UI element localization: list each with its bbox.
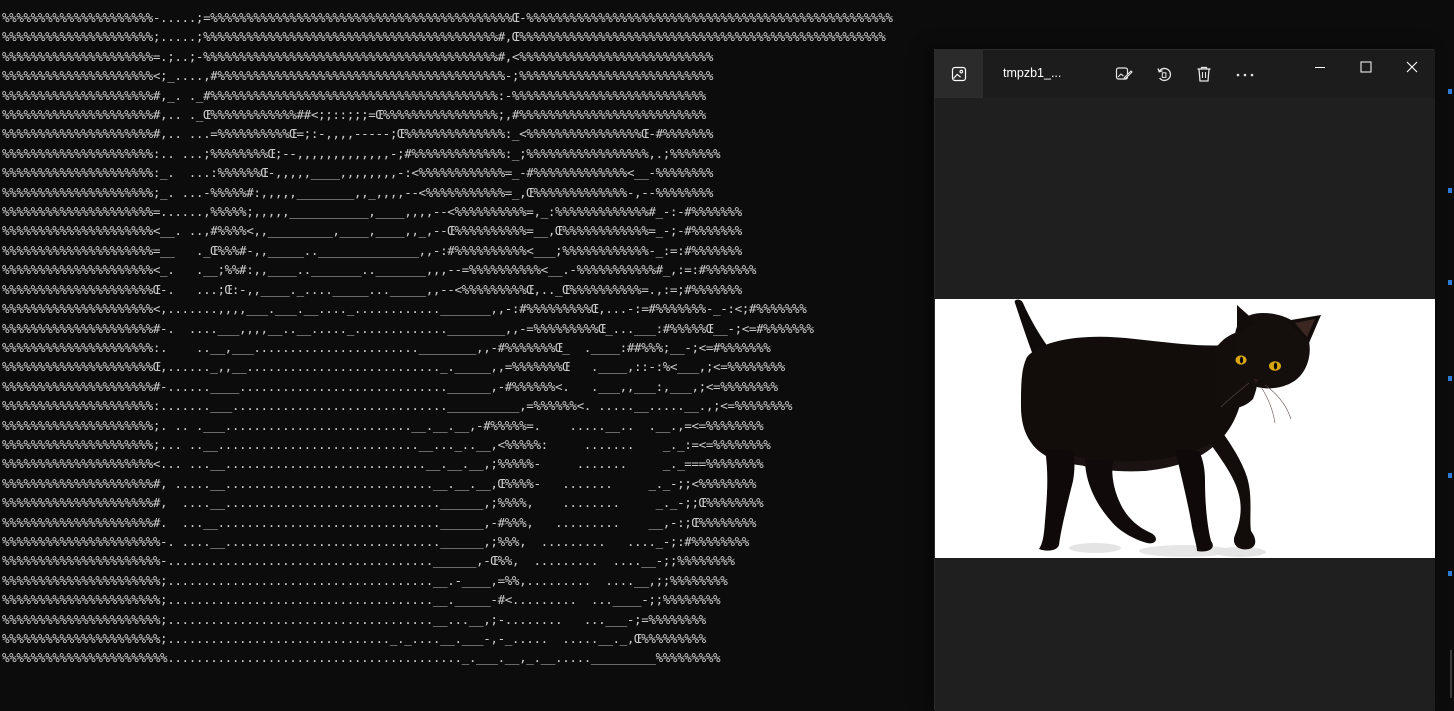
- cat-image: [935, 299, 1435, 558]
- ascii-art-output: %%%%%%%%%%%%%%%%%%%%%-.....;=%%%%%%%%%%%…: [2, 10, 893, 666]
- image-canvas[interactable]: [935, 98, 1435, 711]
- trash-icon: [1197, 66, 1211, 82]
- minimize-icon: [1315, 67, 1325, 68]
- rotate-icon: [1157, 67, 1172, 82]
- title-bar[interactable]: tmpzb1_...: [935, 50, 1435, 98]
- photos-viewer-window: tmpzb1_...: [934, 49, 1435, 711]
- edit-image-button[interactable]: [1110, 60, 1138, 88]
- delete-button[interactable]: [1190, 60, 1218, 88]
- more-icon: [1236, 73, 1254, 77]
- more-button[interactable]: [1231, 60, 1259, 88]
- edit-image-icon: [1115, 67, 1133, 80]
- cat-photo: [935, 299, 1435, 558]
- image-icon: [935, 50, 983, 98]
- edge-marker: [1448, 571, 1452, 576]
- close-icon: [1406, 61, 1418, 73]
- edge-marker: [1448, 89, 1452, 94]
- file-title: tmpzb1_...: [1003, 66, 1062, 80]
- close-button[interactable]: [1389, 50, 1435, 84]
- minimize-button[interactable]: [1297, 50, 1343, 84]
- maximize-icon: [1360, 61, 1372, 73]
- edge-marker: [1448, 280, 1452, 285]
- maximize-button[interactable]: [1343, 50, 1389, 84]
- scrollbar[interactable]: [1450, 650, 1452, 698]
- rotate-button[interactable]: [1150, 60, 1178, 88]
- edge-marker: [1448, 188, 1452, 193]
- edge-marker: [1448, 473, 1452, 478]
- edge-marker: [1448, 376, 1452, 381]
